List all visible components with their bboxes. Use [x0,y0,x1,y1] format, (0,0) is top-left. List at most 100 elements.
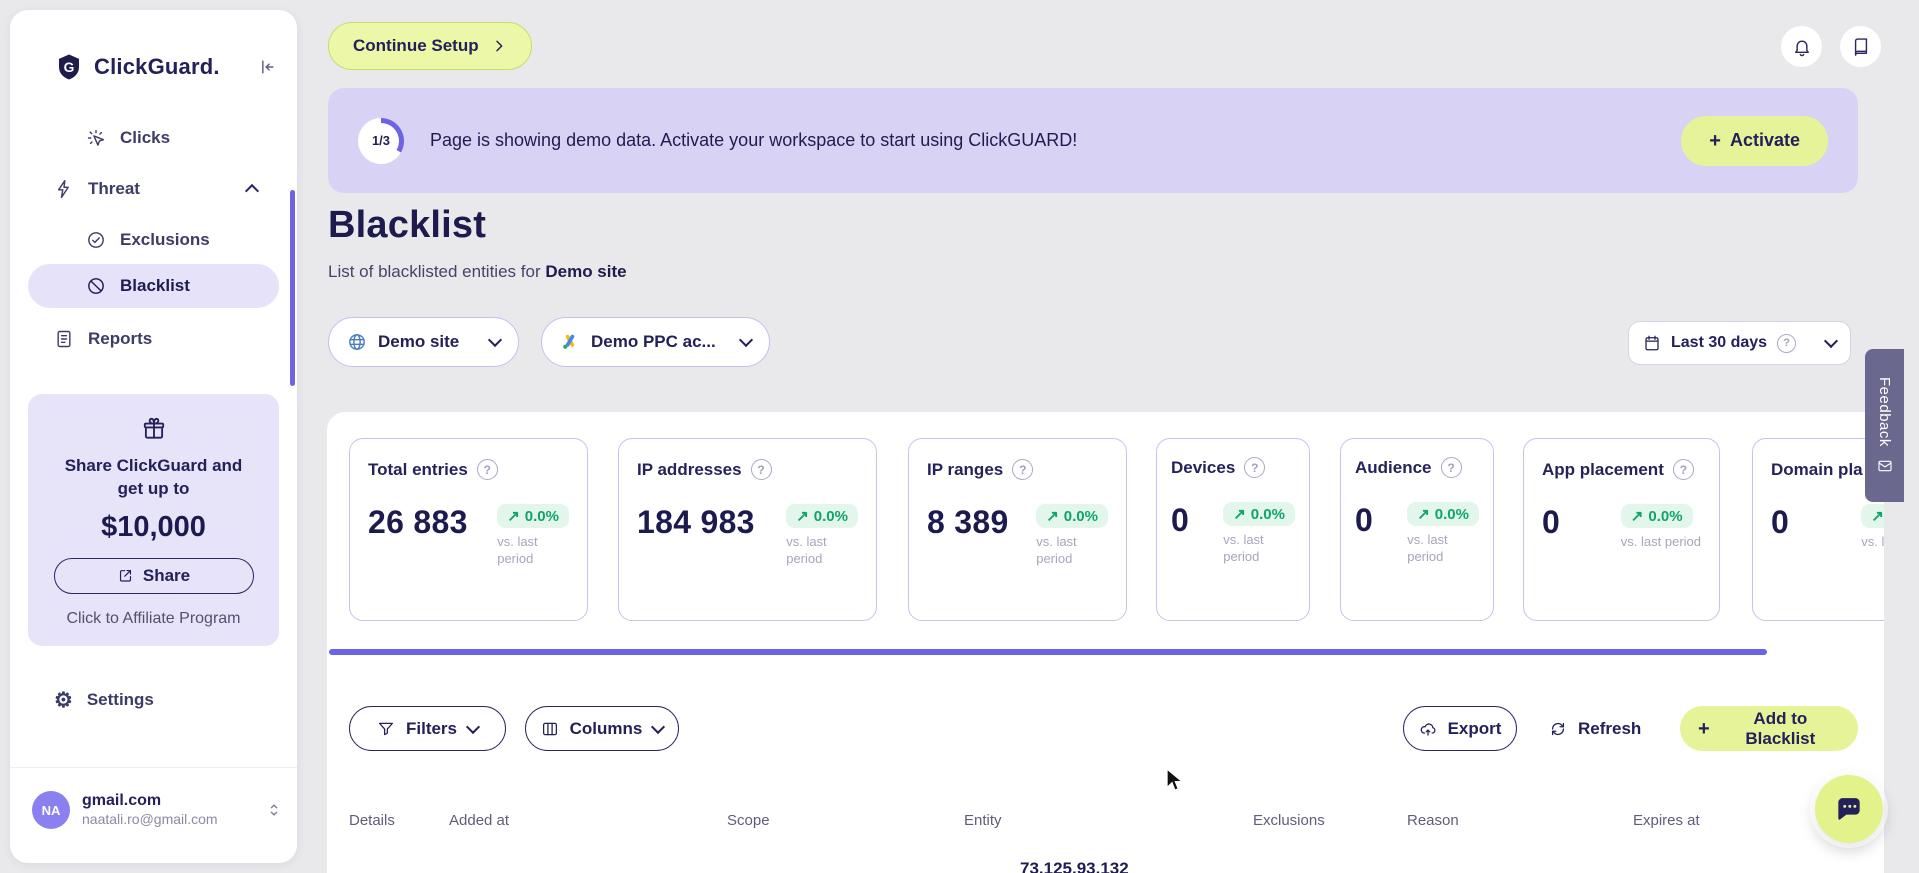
page-subtitle-text: List of blacklisted entities for [328,262,541,281]
site-selector[interactable]: Demo site [328,317,519,367]
check-circle-icon [88,232,104,248]
chevron-down-icon [465,719,481,734]
page-title: Blacklist [328,204,487,246]
site-selector-value: Demo site [378,332,460,351]
stat-card-ip-addresses: IP addresses? 184 983 ↗ 0.0% vs. last peri… [618,438,877,621]
sidebar-item-label: Exclusions [120,230,210,249]
user-menu[interactable]: NA gmail.com naatali.ro@gmail.com [32,782,283,838]
stat-value: 26 883 [368,504,468,540]
filters-button[interactable]: Filters [349,706,506,751]
bell-icon [1794,40,1809,56]
sidebar-item-label: Clicks [120,128,171,147]
stat-delta: 0.0% [1250,505,1285,523]
feedback-tab[interactable]: Feedback [1865,349,1904,502]
sidebar-scrollbar[interactable] [290,190,295,386]
clickguard-logo-icon: G [54,52,84,82]
filter-funnel-icon [378,722,393,735]
info-icon[interactable]: ? [476,459,498,480]
activate-button[interactable]: + Activate [1681,115,1828,166]
trend-up-icon: ↗ [1871,508,1884,525]
continue-setup-button[interactable]: Continue Setup [328,22,532,70]
ppc-account-selector-value: Demo PPC ac... [591,332,716,351]
promo-amount: $10,000 [101,510,206,543]
sidebar-item-label: Reports [88,329,153,348]
columns-icon [542,722,557,735]
refresh-button[interactable]: Refresh [1539,706,1651,751]
sidebar-collapse-icon[interactable] [257,57,277,77]
stat-label: App placement [1542,459,1664,479]
column-header-entity[interactable]: Entity [964,812,1002,829]
info-icon[interactable]: ? [1440,457,1462,478]
sidebar-item-blacklist[interactable]: Blacklist [28,264,279,308]
external-link-icon [119,570,131,583]
demo-data-banner: 1/3 Page is showing demo data. Activate … [328,88,1858,193]
info-icon[interactable]: ? [1244,457,1266,478]
activate-button-label: Activate [1729,130,1800,150]
trend-up-icon: ↗ [1630,508,1644,525]
column-header-expires-at[interactable]: Expires at [1633,812,1700,829]
table-row-entity-cell[interactable]: 73.125.93.132 [1020,859,1129,873]
stat-delta: 0.0% [813,507,848,525]
column-header-exclusions[interactable]: Exclusions [1253,812,1325,829]
chat-widget-button[interactable] [1815,775,1883,843]
user-email: naatali.ro@gmail.com [82,811,218,828]
user-name: gmail.com [82,792,162,810]
sidebar-item-clicks[interactable]: Clicks [86,120,170,156]
cards-horizontal-scrollbar[interactable] [329,649,1767,655]
stat-value: 0 [1542,504,1561,540]
info-icon[interactable]: ? [750,459,772,480]
sidebar-item-label: Threat [88,179,140,198]
ppc-account-selector[interactable]: Demo PPC ac... [541,317,770,367]
add-to-blacklist-label: Add to Blacklist [1745,708,1816,748]
stat-delta: 0.0% [1648,507,1683,525]
share-button[interactable]: Share [53,557,254,594]
info-icon[interactable]: ? [1012,459,1034,480]
docs-button[interactable] [1840,26,1881,67]
sidebar-item-settings[interactable]: ⚙ Settings [54,682,154,718]
chevron-down-icon [487,332,503,348]
add-to-blacklist-button[interactable]: + Add to Blacklist [1680,706,1858,751]
export-button[interactable]: Export [1403,706,1517,751]
sidebar-item-label: Settings [86,690,154,709]
notifications-button[interactable] [1781,26,1822,67]
svg-text:G: G [64,60,75,75]
refresh-icon [1551,722,1565,735]
plus-icon: + [1709,129,1721,152]
column-header-added-at[interactable]: Added at [449,812,509,829]
logo-row: G ClickGuard. [54,50,277,84]
columns-button[interactable]: Columns [525,706,679,751]
lightning-icon [57,179,69,199]
setup-progress-step: 1/3 [363,122,399,159]
refresh-button-label: Refresh [1578,718,1642,738]
stat-caption: vs. last period [1036,534,1077,566]
sidebar: G ClickGuard. Clicks Threat Exclusions B… [10,10,297,863]
sidebar-item-reports[interactable]: Reports [54,321,152,357]
sidebar-item-threat[interactable]: Threat [54,171,260,207]
trend-up-icon: ↗ [1046,508,1059,525]
chevron-down-icon [738,332,754,348]
date-range-value: Last 30 days [1671,334,1768,351]
page-subtitle-site: Demo site [545,262,627,281]
account-switcher-icon[interactable] [265,801,283,819]
book-icon [1854,37,1867,56]
stat-value: 184 983 [637,504,755,540]
stat-value: 0 [1355,502,1374,538]
logo-text: ClickGuard. [94,54,220,79]
column-header-reason[interactable]: Reason [1407,812,1459,829]
column-header-details[interactable]: Details [349,812,395,829]
info-icon[interactable]: ? [1672,459,1694,480]
page-subtitle: List of blacklisted entities for Demo si… [328,262,627,282]
date-range-selector[interactable]: Last 30 days ? [1628,321,1851,365]
chevron-down-icon [1823,333,1839,349]
column-header-scope[interactable]: Scope [727,812,770,829]
stat-caption: vs. last period [1223,532,1264,564]
stat-caption: vs. last period [786,534,827,566]
stat-value: 0 [1171,502,1190,538]
help-icon: ? [1777,333,1797,353]
promo-text-line1: Share ClickGuard and [64,456,243,475]
sidebar-item-exclusions[interactable]: Exclusions [86,222,210,258]
stat-card-audience: Audience? 0 ↗ 0.0% vs. last period [1340,438,1494,621]
affiliate-program-link[interactable]: Click to Affiliate Program [42,610,265,628]
envelope-icon [1877,461,1892,472]
stat-delta: 0.0% [524,507,559,525]
